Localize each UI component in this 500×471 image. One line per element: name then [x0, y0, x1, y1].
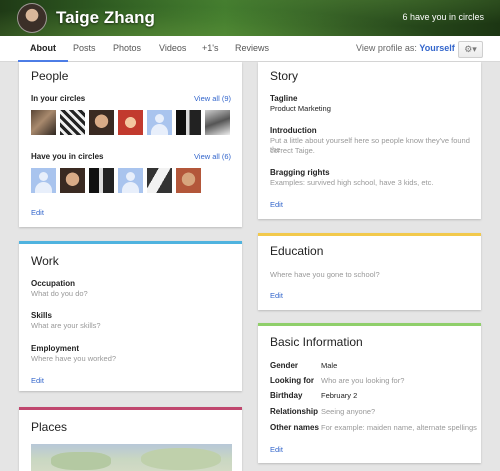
people-card: People In your circles View all (9) Have…: [19, 62, 242, 227]
looking-for-hint[interactable]: Who are you looking for?: [321, 376, 404, 385]
circle-avatar[interactable]: [31, 168, 56, 193]
places-card: Places: [19, 407, 242, 471]
circle-avatar[interactable]: [89, 168, 114, 193]
tab-posts[interactable]: Posts: [73, 36, 96, 62]
places-accent-bar: [19, 407, 242, 410]
story-edit-link[interactable]: Edit: [270, 200, 283, 209]
bragging-rights-label: Bragging rights: [270, 168, 330, 177]
work-edit-link[interactable]: Edit: [31, 376, 44, 385]
circle-avatar[interactable]: [31, 110, 56, 135]
other-names-label: Other names: [270, 423, 319, 432]
circle-avatar[interactable]: [147, 110, 172, 135]
education-title: Education: [270, 244, 324, 258]
basic-information-card: Basic Information Gender Male Looking fo…: [258, 323, 481, 463]
story-card: Story Tagline Product Marketing Introduc…: [258, 62, 481, 219]
circle-avatar[interactable]: [176, 168, 201, 193]
tagline-value[interactable]: Product Marketing: [270, 104, 331, 113]
tab-photos[interactable]: Photos: [113, 36, 141, 62]
birthday-label: Birthday: [270, 391, 303, 400]
occupation-label: Occupation: [31, 279, 76, 288]
people-edit-link[interactable]: Edit: [31, 208, 44, 217]
tab-videos[interactable]: Videos: [159, 36, 186, 62]
looking-for-label: Looking for: [270, 376, 314, 385]
work-card: Work Occupation What do you do? Skills W…: [19, 241, 242, 391]
skills-label: Skills: [31, 311, 52, 320]
tab-reviews[interactable]: Reviews: [235, 36, 269, 62]
view-all-have-you-link[interactable]: View all (6): [194, 152, 231, 161]
gender-label: Gender: [270, 361, 299, 370]
occupation-hint[interactable]: What do you do?: [31, 289, 88, 298]
gear-icon: ⚙▾: [464, 44, 477, 54]
gender-value[interactable]: Male: [321, 361, 337, 370]
in-circles-label: In your circles: [31, 94, 86, 103]
have-you-label: Have you in circles: [31, 152, 104, 161]
circle-avatar[interactable]: [89, 110, 114, 135]
circle-avatar[interactable]: [118, 168, 143, 193]
basic-information-edit-link[interactable]: Edit: [270, 445, 283, 454]
story-title: Story: [270, 69, 299, 83]
relationship-hint[interactable]: Seeing anyone?: [321, 407, 375, 416]
introduction-label: Introduction: [270, 126, 317, 135]
places-title: Places: [31, 420, 68, 434]
circle-avatar[interactable]: [205, 110, 230, 135]
bragging-rights-hint[interactable]: Examples: survived high school, have 3 k…: [270, 178, 433, 187]
view-as-label: View profile as:: [356, 43, 417, 53]
circle-avatar[interactable]: [176, 110, 201, 135]
basic-information-title: Basic Information: [270, 335, 363, 349]
view-profile-as[interactable]: View profile as: Yourself ▼: [356, 36, 466, 62]
places-map[interactable]: [31, 444, 232, 471]
settings-button[interactable]: ⚙▾: [458, 41, 483, 58]
education-edit-link[interactable]: Edit: [270, 291, 283, 300]
avatar[interactable]: [17, 3, 47, 33]
view-all-in-circles-link[interactable]: View all (9): [194, 94, 231, 103]
tab-about[interactable]: About: [18, 36, 68, 62]
circle-avatar[interactable]: [147, 168, 172, 193]
work-accent-bar: [19, 241, 242, 244]
education-card: Education Where have you gone to school?…: [258, 233, 481, 310]
work-title: Work: [31, 254, 59, 268]
introduction-hint-continued[interactable]: correct Taige.: [270, 146, 315, 155]
employment-label: Employment: [31, 344, 80, 353]
other-names-hint[interactable]: For example: maiden name, alternate spel…: [321, 423, 477, 432]
employment-hint[interactable]: Where have you worked?: [31, 354, 116, 363]
circle-avatar[interactable]: [118, 110, 143, 135]
circle-count[interactable]: 6 have you in circles: [402, 12, 484, 22]
relationship-label: Relationship: [270, 407, 319, 416]
people-title: People: [31, 69, 69, 83]
view-as-value[interactable]: Yourself: [419, 43, 454, 53]
education-hint[interactable]: Where have you gone to school?: [270, 270, 380, 279]
skills-hint[interactable]: What are your skills?: [31, 321, 101, 330]
tagline-label: Tagline: [270, 94, 298, 103]
circle-avatar[interactable]: [60, 168, 85, 193]
cover-header: Taige Zhang 6 have you in circles: [0, 0, 500, 36]
profile-tab-bar: About Posts Photos Videos +1's Reviews V…: [0, 36, 500, 62]
circle-avatar[interactable]: [60, 110, 85, 135]
education-accent-bar: [258, 233, 481, 236]
basic-information-accent-bar: [258, 323, 481, 326]
profile-name: Taige Zhang: [56, 8, 155, 27]
tab-plus-ones[interactable]: +1's: [202, 36, 218, 62]
birthday-value[interactable]: February 2: [321, 391, 357, 400]
